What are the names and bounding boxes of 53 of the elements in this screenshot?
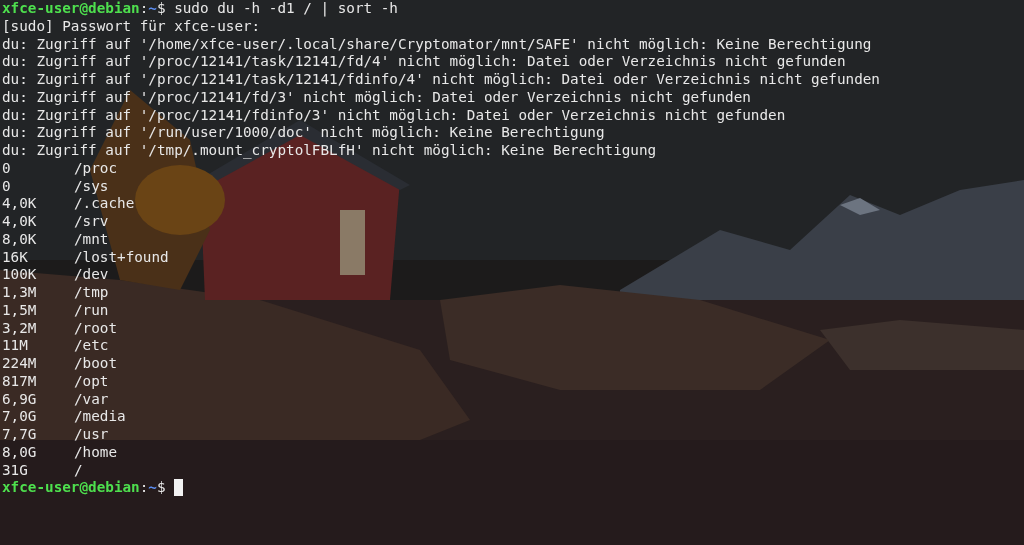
size-value: 1,3M <box>2 284 38 302</box>
output-line: du: Zugriff auf '/tmp/.mount_cryptolFBLfH' nicht möglich: Keine Berechtigung <box>2 142 657 160</box>
size-value: 4,0K <box>2 195 38 213</box>
output-line: du: Zugriff auf '/run/user/1000/doc' nicht möglich: Keine Berechtigung <box>2 124 605 142</box>
size-value: 8,0K <box>2 230 38 249</box>
directory-path: /tmp <box>74 284 109 302</box>
size-value: 100K <box>2 266 38 284</box>
output-line: du: Zugriff auf '/proc/12141/fd/3' nicht möglich: Datei oder Verzeichnis nicht gefunden <box>2 88 751 107</box>
directory-path: /dev <box>74 266 109 284</box>
output-line: du: Zugriff auf '/proc/12141/task/12141/fd/4' nicht möglich: Datei oder Verzeichnis nicht gefunden <box>2 53 846 71</box>
prompt-path: ~ <box>148 0 157 18</box>
directory-path: /boot <box>74 355 118 373</box>
prompt-path: ~ <box>148 479 157 497</box>
prompt-separator: : <box>139 479 149 497</box>
prompt-user-host: xfce-user@debian <box>2 0 140 18</box>
directory-path: /usr <box>74 426 109 444</box>
prompt-symbol: $ <box>156 479 166 497</box>
directory-path: /sys <box>74 177 109 196</box>
size-value: 11M <box>2 337 29 355</box>
directory-path: /lost+found <box>74 248 169 267</box>
command-text: sudo du -h -d1 / | sort -h <box>174 0 398 18</box>
directory-path: /root <box>74 319 118 338</box>
directory-path: /.cache <box>74 195 135 213</box>
directory-path: /var <box>74 390 109 409</box>
size-value: 6,9G <box>2 390 38 409</box>
size-value: 4,0K <box>2 213 38 231</box>
directory-path: /run <box>74 301 109 320</box>
directory-path: / <box>74 461 83 480</box>
size-value: 3,2M <box>2 319 38 338</box>
output-line: du: Zugriff auf '/proc/12141/task/12141/fdinfo/4' nicht möglich: Datei oder Verzeichnis nicht gefunden <box>2 71 880 89</box>
prompt-separator: : <box>139 0 149 18</box>
size-value: 0 <box>2 177 12 196</box>
directory-path: /etc <box>74 337 109 355</box>
output-line: [sudo] Passwort für xfce-user: <box>2 17 261 36</box>
directory-path: /home <box>74 443 118 462</box>
directory-path: /proc <box>74 159 118 178</box>
size-value: 817M <box>2 372 38 391</box>
prompt-symbol: $ <box>156 0 166 18</box>
size-value: 7,7G <box>2 426 38 444</box>
output-line: du: Zugriff auf '/proc/12141/fdinfo/3' nicht möglich: Datei oder Verzeichnis nicht gefunden <box>2 106 786 125</box>
size-value: 1,5M <box>2 301 38 320</box>
size-value: 7,0G <box>2 408 38 426</box>
size-value: 8,0G <box>2 443 38 462</box>
directory-path: /srv <box>74 213 109 231</box>
directory-path: /mnt <box>74 230 109 249</box>
size-value: 16K <box>2 248 29 267</box>
size-value: 224M <box>2 355 38 373</box>
directory-path: /media <box>74 408 126 426</box>
size-value: 0 <box>2 159 12 178</box>
prompt-user-host: xfce-user@debian <box>2 479 140 497</box>
directory-path: /opt <box>74 372 109 391</box>
size-value: 31G <box>2 461 29 480</box>
output-line: du: Zugriff auf '/home/xfce-user/.local/share/Cryptomator/mnt/SAFE' nicht möglich: Keine Berechtigung <box>2 35 872 54</box>
